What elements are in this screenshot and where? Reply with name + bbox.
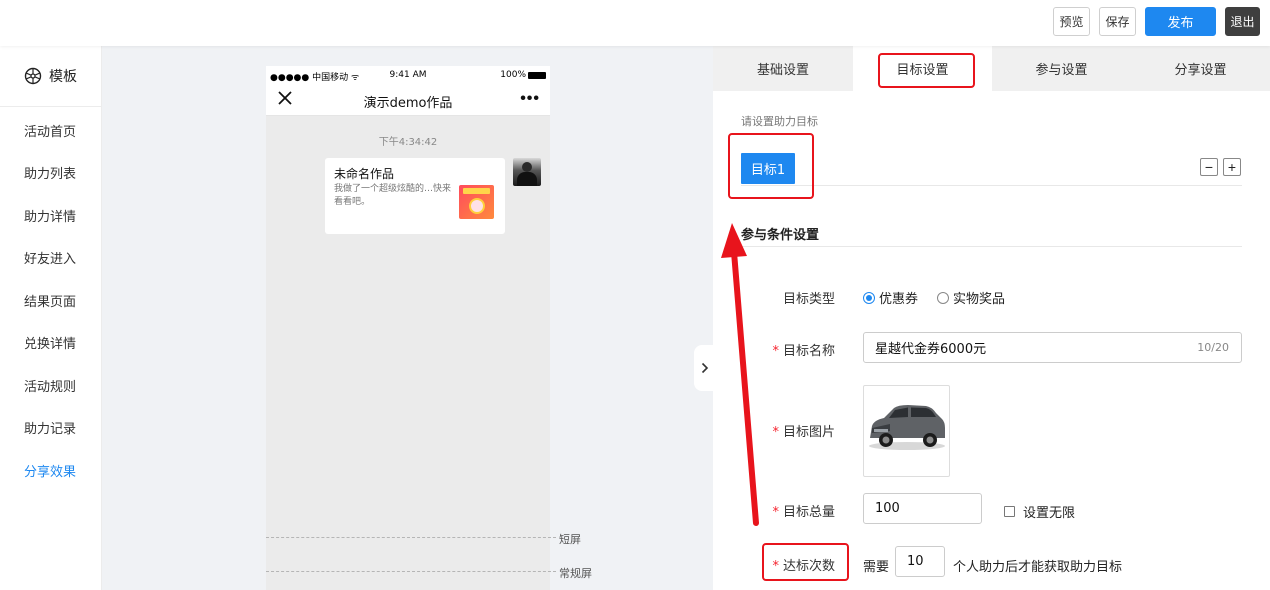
tab-goal-settings[interactable]: 目标设置 [853, 46, 992, 91]
more-icon[interactable]: ••• [520, 90, 540, 108]
goal-image-upload[interactable] [863, 385, 950, 477]
times-prefix-text: 需要 [863, 560, 890, 575]
tab-share-settings[interactable]: 分享设置 [1131, 46, 1270, 91]
goal-total-value: 100 [875, 501, 900, 516]
goal-times-input[interactable]: 10 [895, 546, 945, 577]
chevron-right-icon [701, 362, 709, 374]
goal-tabs-divider [741, 185, 1242, 186]
phone-page-title: 演示demo作品 [363, 96, 453, 111]
goal-name-input[interactable]: 星越代金券6000元 10/20 [863, 332, 1242, 363]
checkbox-unchecked-icon [1004, 506, 1015, 517]
sidebar-item-rules[interactable]: 活动规则 [24, 376, 76, 395]
battery-icon [528, 71, 546, 79]
phone-status-bar: ●●●●● 中国移动 ᯤ 9:41 AM 100% [266, 66, 550, 84]
battery-percent: 100% [500, 70, 526, 80]
settings-panel: 基础设置 目标设置 参与设置 分享设置 请设置助力目标 目标1 − + 参与条件… [713, 46, 1270, 590]
goal-type-physical-radio[interactable]: 实物奖品 [937, 288, 1005, 307]
sidebar-item-help-detail[interactable]: 助力详情 [24, 206, 76, 225]
goal-type-coupon-label: 优惠券 [879, 292, 919, 307]
sidebar-item-home[interactable]: 活动首页 [24, 121, 76, 140]
tab-basic-settings[interactable]: 基础设置 [713, 46, 853, 91]
goal-times-value: 10 [907, 554, 924, 569]
share-card-description: 我做了一个超级炫酷的…快来看看吧。 [334, 184, 452, 207]
avatar [513, 158, 541, 186]
preview-button[interactable]: 预览 [1053, 7, 1090, 36]
sidebar-item-share-effect[interactable]: 分享效果 [24, 461, 76, 480]
goal-name-label: * 目标名称 [772, 344, 835, 359]
remove-goal-button[interactable]: − [1200, 158, 1218, 176]
short-screen-label: 短屏 [559, 533, 581, 546]
car-image [869, 405, 945, 450]
radio-selected-icon [863, 291, 875, 304]
settings-tabs: 基础设置 目标设置 参与设置 分享设置 [713, 46, 1270, 91]
sidebar-template-button[interactable]: 模板 [0, 46, 102, 107]
sidebar-item-friend-entry[interactable]: 好友进入 [24, 248, 76, 267]
sidebar-item-redeem-detail[interactable]: 兑换详情 [24, 333, 76, 352]
share-card-title: 未命名作品 [334, 167, 395, 181]
top-toolbar: 预览 保存 发布 退出 [0, 0, 1270, 46]
goal-times-label: * 达标次数 [772, 559, 835, 574]
save-button[interactable]: 保存 [1099, 7, 1136, 36]
normal-screen-guide [266, 571, 556, 572]
goal-tab-1[interactable]: 目标1 [741, 153, 795, 184]
publish-button[interactable]: 发布 [1145, 7, 1216, 36]
sidebar-template-label: 模板 [49, 69, 77, 85]
unlimited-checkbox[interactable]: 设置无限 [1004, 502, 1075, 521]
exit-button[interactable]: 退出 [1225, 7, 1260, 36]
add-goal-button[interactable]: + [1223, 158, 1241, 176]
preview-canvas: ●●●●● 中国移动 ᯤ 9:41 AM 100% 演示demo作品 ••• 下… [103, 46, 716, 590]
normal-screen-label: 常规屏 [559, 567, 592, 580]
phone-preview: ●●●●● 中国移动 ᯤ 9:41 AM 100% 演示demo作品 ••• 下… [266, 66, 550, 590]
goal-total-label: * 目标总量 [772, 505, 835, 520]
template-icon [24, 67, 42, 85]
section-title: 参与条件设置 [741, 228, 820, 243]
short-screen-guide [266, 537, 556, 538]
share-card-thumbnail [459, 185, 494, 219]
sidebar-item-help-list[interactable]: 助力列表 [24, 163, 76, 182]
goal-type-coupon-radio[interactable]: 优惠券 [863, 288, 918, 307]
battery-status: 100% [500, 70, 546, 80]
times-suffix-text: 个人助力后才能获取助力目标 [953, 560, 1123, 575]
goal-image-label: * 目标图片 [772, 425, 835, 440]
unlimited-label: 设置无限 [1023, 506, 1076, 521]
radio-unselected-icon [937, 291, 949, 304]
sidebar-item-help-records[interactable]: 助力记录 [24, 418, 76, 437]
goal-name-value: 星越代金券6000元 [875, 342, 987, 357]
goal-name-counter: 10/20 [1197, 341, 1229, 354]
tab-participation-settings[interactable]: 参与设置 [992, 46, 1131, 91]
chat-timestamp: 下午4:34:42 [378, 137, 438, 148]
phone-nav-bar: 演示demo作品 ••• [266, 84, 550, 116]
goal-type-physical-label: 实物奖品 [953, 292, 1006, 307]
share-card: 未命名作品 我做了一个超级炫酷的…快来看看吧。 [325, 158, 505, 234]
goal-hint: 请设置助力目标 [741, 115, 818, 128]
goal-type-label: 目标类型 [782, 292, 835, 307]
sidebar: 模板 活动首页 助力列表 助力详情 好友进入 结果页面 兑换详情 活动规则 助力… [0, 46, 102, 590]
sidebar-item-result-page[interactable]: 结果页面 [24, 291, 76, 310]
section-divider [741, 246, 1242, 247]
goal-total-input[interactable]: 100 [863, 493, 982, 524]
